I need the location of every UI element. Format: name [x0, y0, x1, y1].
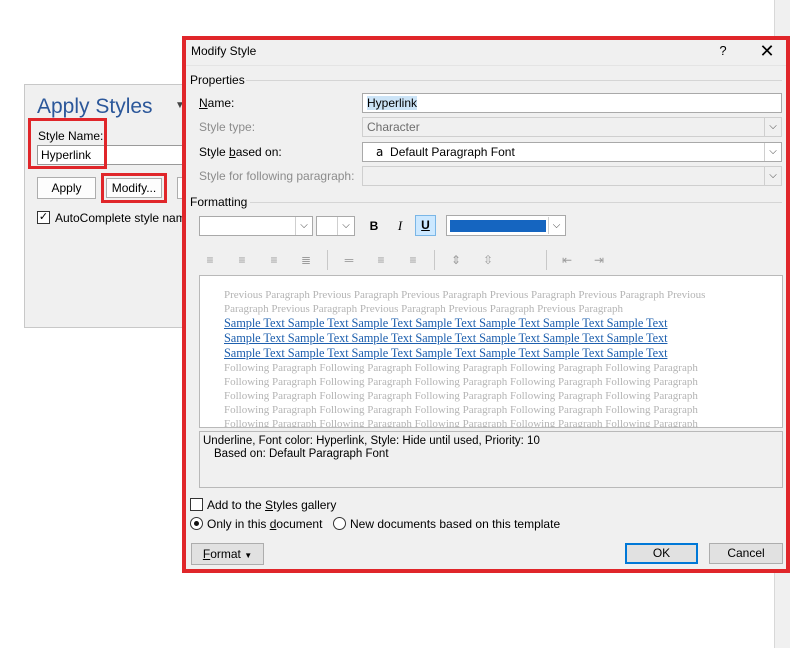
following-paragraph-text: Following Paragraph Following Paragraph … — [224, 404, 698, 416]
checkmark-icon: ✓ — [38, 211, 49, 223]
highlight-style-name — [28, 118, 107, 169]
character-style-icon: a — [376, 145, 384, 159]
font-size-dropdown[interactable]: ⌵ — [316, 216, 355, 236]
properties-divider — [246, 80, 782, 81]
highlight-modify-button — [101, 173, 167, 203]
help-icon[interactable]: ? — [714, 42, 732, 60]
sample-text: Sample Text Sample Text Sample Text Samp… — [224, 316, 668, 330]
sample-text: Sample Text Sample Text Sample Text Samp… — [224, 346, 668, 360]
following-paragraph-text: Following Paragraph Following Paragraph … — [224, 376, 698, 388]
italic-button[interactable]: I — [390, 216, 410, 236]
following-paragraph-text: Following Paragraph Following Paragraph … — [224, 390, 698, 402]
align-right-icon[interactable]: ≡ — [265, 251, 283, 269]
previous-paragraph-text: Previous Paragraph Previous Paragraph Pr… — [224, 289, 706, 301]
one-half-spacing-icon[interactable]: ≡ — [372, 251, 390, 269]
style-type-value: Character — [367, 120, 420, 134]
chevron-down-icon: ⌵ — [295, 217, 312, 235]
following-paragraph-label: Style for following paragraph: — [199, 169, 355, 183]
chevron-down-icon: ⌵ — [337, 217, 354, 235]
decrease-spacing-before-icon[interactable]: ⇳ — [479, 251, 497, 269]
following-paragraph-text: Following Paragraph Following Paragraph … — [224, 418, 698, 428]
style-description: Underline, Font color: Hyperlink, Style:… — [199, 431, 783, 488]
style-type-dropdown[interactable]: Character ⌵ — [362, 117, 782, 137]
following-paragraph-dropdown[interactable]: ⌵ — [362, 166, 782, 186]
sample-text: Sample Text Sample Text Sample Text Samp… — [224, 331, 668, 345]
increase-indent-icon[interactable]: ⇥ — [590, 251, 608, 269]
align-center-icon[interactable]: ≡ — [233, 251, 251, 269]
only-this-document-radio[interactable] — [190, 517, 203, 530]
radio-selected-dot — [194, 521, 199, 526]
toolbar-separator — [327, 250, 328, 270]
underline-button[interactable]: U — [415, 215, 436, 236]
description-line: Underline, Font color: Hyperlink, Style:… — [203, 435, 540, 447]
formatting-group-label: Formatting — [190, 195, 248, 209]
only-this-document-label: Only in this document — [207, 517, 323, 531]
chevron-down-icon: ⌵ — [548, 217, 564, 234]
chevron-down-icon: ⌵ — [764, 167, 781, 185]
name-label: Name: — [199, 96, 235, 110]
dropdown-arrow-icon: ▼ — [244, 551, 253, 560]
cancel-button[interactable]: Cancel — [709, 543, 783, 564]
style-based-on-value: Default Paragraph Font — [390, 145, 515, 159]
autocomplete-label: AutoComplete style names — [55, 211, 185, 225]
dialog-title: Modify Style — [191, 44, 257, 58]
align-left-icon[interactable]: ≡ — [201, 251, 219, 269]
following-paragraph-text: Following Paragraph Following Paragraph … — [224, 362, 698, 374]
style-based-on-dropdown[interactable]: a Default Paragraph Font ⌵ — [362, 142, 782, 162]
double-spacing-icon[interactable]: ≡ — [404, 251, 422, 269]
font-color-swatch — [450, 220, 546, 232]
new-documents-label: New documents based on this template — [350, 517, 561, 531]
bold-button[interactable]: B — [364, 216, 384, 236]
justify-icon[interactable]: ≣ — [297, 251, 315, 269]
single-spacing-icon[interactable]: ═ — [340, 251, 358, 269]
format-menu-button[interactable]: Format ▼ — [191, 543, 264, 565]
increase-spacing-before-icon[interactable]: ⇕ — [447, 251, 465, 269]
titlebar-divider — [186, 65, 786, 66]
name-value: Hyperlink — [367, 96, 418, 110]
previous-paragraph-text: Paragraph Previous Paragraph Previous Pa… — [224, 303, 623, 315]
description-line: Based on: Default Paragraph Font — [214, 448, 389, 460]
apply-styles-title: Apply Styles — [37, 95, 153, 118]
add-to-gallery-checkbox[interactable] — [190, 498, 203, 511]
new-documents-radio[interactable] — [333, 517, 346, 530]
toolbar-separator — [546, 250, 547, 270]
properties-group-label: Properties — [190, 73, 245, 87]
style-type-label: Style type: — [199, 120, 256, 134]
decrease-indent-icon[interactable]: ⇤ — [558, 251, 576, 269]
autocomplete-checkbox[interactable]: ✓ — [37, 211, 50, 224]
chevron-down-icon: ⌵ — [764, 118, 781, 136]
ok-button[interactable]: OK — [625, 543, 698, 564]
style-based-on-label: Style based on: — [199, 145, 282, 159]
add-to-gallery-label: Add to the Styles gallery — [207, 498, 337, 512]
name-input[interactable]: Hyperlink — [362, 93, 782, 113]
chevron-down-icon: ⌵ — [764, 143, 781, 161]
close-icon[interactable]: ✕ — [757, 41, 777, 61]
style-preview: Previous Paragraph Previous Paragraph Pr… — [199, 275, 783, 428]
formatting-divider — [250, 202, 782, 203]
toolbar-separator — [434, 250, 435, 270]
apply-button[interactable]: Apply — [37, 177, 96, 199]
font-dropdown[interactable]: ⌵ — [199, 216, 313, 236]
